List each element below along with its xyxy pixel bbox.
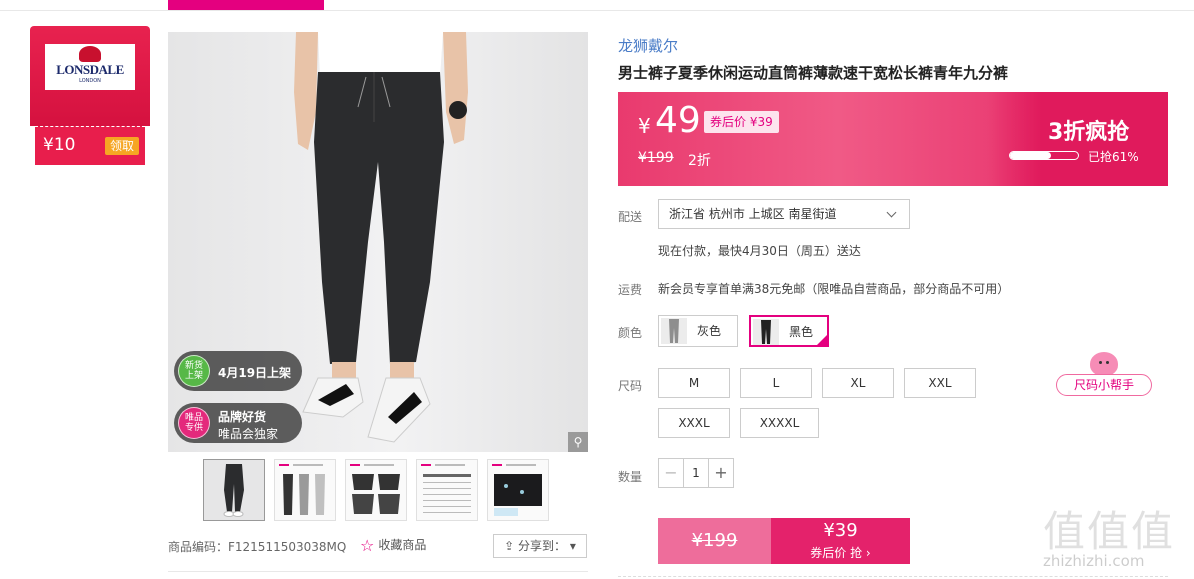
thumbnail-3-image xyxy=(346,460,406,520)
coupon-get-button[interactable]: 领取 xyxy=(105,137,139,155)
coupon-footer: ¥10 领取 xyxy=(35,126,145,165)
shipping-info: 新会员专享首单满38元免邮（限唯品自营商品，部分商品不可用） xyxy=(658,282,1010,296)
quantity-plus-button[interactable]: + xyxy=(708,459,733,487)
magnifier-icon[interactable]: ⚲ xyxy=(568,432,588,452)
shipping-label: 运费 xyxy=(618,283,643,297)
selected-check-icon xyxy=(816,334,828,346)
buy-with-coupon-button[interactable]: ¥39 券后价 抢 › xyxy=(771,518,910,564)
thumbnail-2-image xyxy=(275,460,335,520)
brand-logo-subtext: LONDON xyxy=(79,78,101,84)
share-dropdown[interactable]: ⇪ 分享到： ▾ xyxy=(493,534,587,558)
thumbnail-5[interactable] xyxy=(487,459,549,521)
thumbnail-3[interactable] xyxy=(345,459,407,521)
color-swatch-black xyxy=(753,319,779,345)
divider xyxy=(618,576,1168,578)
buy-original-price-button[interactable]: ¥199 xyxy=(658,518,771,564)
size-option-xxxl[interactable]: XXXL xyxy=(658,408,730,438)
delivery-eta: 现在付款，最快4月30日（周五）送达 xyxy=(658,244,861,258)
quantity-minus-button[interactable]: − xyxy=(659,459,684,487)
vip-exclusive-line1: 品牌好货 xyxy=(218,410,267,424)
lion-icon xyxy=(79,46,101,62)
size-option-xl[interactable]: XL xyxy=(822,368,894,398)
color-name-black: 黑色 xyxy=(789,325,814,339)
product-sku: 商品编码：F121511503038MQ xyxy=(168,540,347,554)
brand-logo-text: LONSDALE xyxy=(56,62,124,77)
promo-title: 3折疯抢 xyxy=(1048,120,1130,145)
color-label: 颜色 xyxy=(618,326,643,340)
thumbnail-1-image xyxy=(204,460,264,520)
color-swatch-grey xyxy=(661,318,687,344)
price-currency: ¥ xyxy=(638,114,651,138)
delivery-label: 配送 xyxy=(618,210,643,224)
star-icon: ☆ xyxy=(360,536,375,555)
thumbnail-4-image xyxy=(417,460,477,520)
sold-percent-text: 已抢61% xyxy=(1088,150,1139,164)
favorite-button[interactable]: ☆ 收藏商品 xyxy=(360,536,426,555)
quantity-stepper: − 1 + xyxy=(658,458,734,488)
new-arrival-badge: 新货 上架 4月19日上架 xyxy=(174,351,302,391)
buy-coupon-label: 券后价 抢 › xyxy=(810,546,871,560)
discount-rate: 2折 xyxy=(688,153,711,169)
buy-coupon-price: ¥39 xyxy=(823,520,858,541)
thumbnail-1[interactable] xyxy=(203,459,265,521)
brand-coupon[interactable]: LONSDALE LONDON ¥10 领取 xyxy=(30,26,150,165)
divider xyxy=(168,571,588,572)
brand-logo: LONSDALE LONDON xyxy=(45,44,135,90)
product-title: 男士裤子夏季休闲运动直筒裤薄款速干宽松长裤青年九分裤 xyxy=(618,64,1009,82)
current-price: 49 xyxy=(655,100,701,141)
caret-down-icon: ▾ xyxy=(569,539,576,553)
watermark-url: zhizhizhi.com xyxy=(1043,552,1145,570)
thumbnail-4[interactable] xyxy=(416,459,478,521)
top-nav-bar xyxy=(0,0,1194,11)
thumbnail-2[interactable] xyxy=(274,459,336,521)
watermark: 值值值 zhizhizhi.com xyxy=(1043,498,1193,570)
purchase-area: ¥199 ¥39 券后价 抢 › xyxy=(658,518,910,564)
original-price: ¥199 xyxy=(638,150,674,166)
size-label: 尺码 xyxy=(618,379,643,393)
price-panel: ¥ 49 券后价 ¥39 ¥199 2折 3折疯抢 已抢61% xyxy=(618,92,1168,186)
quantity-input[interactable]: 1 xyxy=(683,459,709,487)
size-option-l[interactable]: L xyxy=(740,368,812,398)
address-value: 浙江省 杭州市 上城区 南星街道 xyxy=(669,207,837,221)
vip-exclusive-line2: 唯品会独家 xyxy=(218,427,279,441)
share-label: 分享到： xyxy=(518,539,567,553)
coupon-amount: ¥10 xyxy=(43,135,76,155)
address-select[interactable]: 浙江省 杭州市 上城区 南星街道 xyxy=(658,199,910,229)
size-option-xxl[interactable]: XXL xyxy=(904,368,976,398)
helper-bird-icon xyxy=(1090,352,1118,376)
color-option-black[interactable]: 黑色 xyxy=(749,315,829,347)
thumbnail-5-image xyxy=(488,460,548,520)
brand-link[interactable]: 龙狮戴尔 xyxy=(618,35,678,56)
new-arrival-date: 4月19日上架 xyxy=(218,366,292,380)
after-coupon-price: 券后价 ¥39 xyxy=(704,111,779,133)
vip-exclusive-badge: 唯品 专供 品牌好货 唯品会独家 xyxy=(174,403,302,443)
size-option-m[interactable]: M xyxy=(658,368,730,398)
watermark-chars: 值值值 xyxy=(1043,507,1176,556)
sold-progress-bar xyxy=(1009,151,1079,160)
new-arrival-icon: 新货 上架 xyxy=(178,355,210,387)
color-option-grey[interactable]: 灰色 xyxy=(658,315,738,347)
favorite-label: 收藏商品 xyxy=(378,538,427,552)
size-option-xxxxl[interactable]: XXXXL xyxy=(740,408,819,438)
color-name-grey: 灰色 xyxy=(697,324,722,338)
share-icon: ⇪ xyxy=(504,539,515,553)
quantity-label: 数量 xyxy=(618,470,643,484)
active-nav-tab[interactable] xyxy=(168,0,324,10)
vip-exclusive-icon: 唯品 专供 xyxy=(178,407,210,439)
size-helper-button[interactable]: 尺码小帮手 xyxy=(1056,374,1152,396)
chevron-down-icon xyxy=(886,207,897,218)
sold-progress-fill xyxy=(1010,152,1052,159)
